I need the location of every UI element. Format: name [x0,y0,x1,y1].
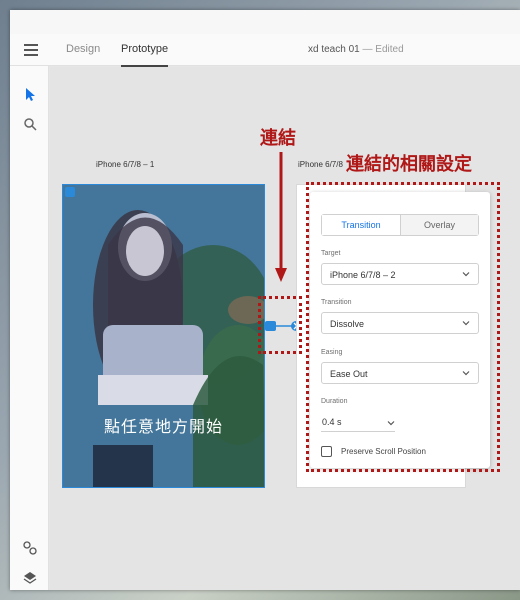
annotation-settings-label: 連結的相關設定 [346,154,472,175]
top-toolbar: Design Prototype xd teach 01 — Edited [10,34,520,67]
tab-design[interactable]: Design [66,43,100,55]
zoom-icon[interactable] [22,116,38,132]
artboard-text: 點任意地方開始 [103,419,223,436]
layers-icon[interactable] [22,570,38,586]
artboard-1-label[interactable]: iPhone 6/7/8 – 1 [96,160,154,169]
doc-separator: — [362,44,373,55]
artboard-2-label[interactable]: iPhone 6/7/8 [298,160,343,169]
annotation-link-label: 連結 [260,128,296,149]
annotation-arrow-icon [275,152,287,282]
tab-prototype[interactable]: Prototype [121,43,169,67]
annotation-box-settings [306,182,500,472]
app-window: Design Prototype xd teach 01 — Edited iP… [10,10,520,590]
document-title: xd teach 01 — Edited [308,44,404,55]
menu-icon[interactable] [24,44,38,56]
title-bar [10,10,520,34]
select-icon[interactable] [22,86,38,102]
doc-status: Edited [375,44,404,55]
artboard-1[interactable]: 點任意地方開始 [62,184,265,488]
doc-name: xd teach 01 [308,44,360,55]
photo-image [63,185,264,487]
plugins-icon[interactable] [22,540,38,556]
home-icon[interactable] [65,187,75,197]
left-toolbar [10,66,49,590]
annotation-box-link [258,296,302,354]
